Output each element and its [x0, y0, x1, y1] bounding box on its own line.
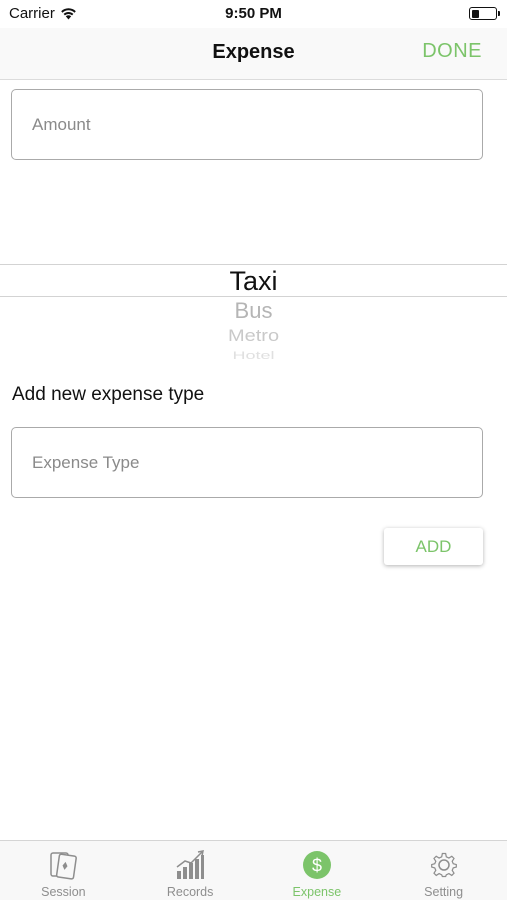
picker-item[interactable]: Hotel	[0, 349, 507, 360]
tab-session[interactable]: Session	[0, 841, 127, 900]
tab-label: Setting	[424, 885, 464, 899]
status-bar: Carrier 9:50 PM	[0, 0, 507, 28]
add-expense-type-label: Add new expense type	[12, 384, 205, 405]
tab-label: Session	[41, 885, 86, 899]
expense-type-field[interactable]	[11, 427, 483, 498]
picker-selection-top-line	[0, 264, 507, 265]
tab-setting[interactable]: Setting	[380, 841, 507, 900]
battery-icon	[469, 7, 500, 20]
add-button[interactable]: ADD	[384, 528, 483, 565]
tab-records[interactable]: Records	[127, 841, 254, 900]
expense-type-picker[interactable]: Taxi Bus Metro Hotel	[0, 230, 507, 360]
tab-label: Expense	[292, 885, 342, 899]
done-button[interactable]: DONE	[422, 40, 482, 63]
tab-label: Records	[166, 885, 214, 899]
picker-item[interactable]: Bus	[0, 298, 507, 324]
dollar-circle-icon: $	[302, 851, 331, 879]
tab-expense[interactable]: $ Expense	[254, 841, 381, 900]
expense-type-input[interactable]	[12, 428, 482, 497]
amount-input[interactable]	[12, 90, 482, 159]
bar-chart-icon	[176, 850, 205, 879]
amount-field[interactable]	[11, 89, 483, 160]
picker-item-selected[interactable]: Taxi	[0, 266, 507, 297]
battery-fill	[471, 9, 479, 18]
picker-item[interactable]: Metro	[0, 327, 507, 347]
svg-text:$: $	[312, 856, 322, 876]
tab-bar: Session Records $ Expense Setting	[0, 840, 507, 900]
status-time: 9:50 PM	[225, 5, 282, 22]
cards-icon	[50, 852, 78, 880]
navigation-bar: Expense DONE	[0, 28, 507, 80]
gear-icon	[430, 852, 457, 878]
